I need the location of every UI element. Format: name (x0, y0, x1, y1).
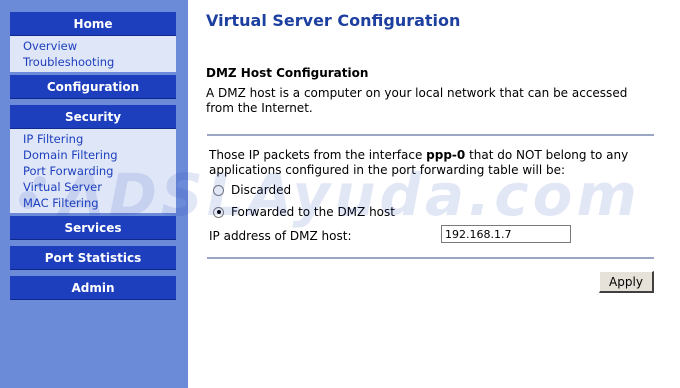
page-title: Virtual Server Configuration (206, 11, 461, 30)
forwarded-radio[interactable] (213, 206, 224, 218)
sidebar: Home Overview Troubleshooting Configurat… (0, 0, 188, 388)
nav-domain-filtering[interactable]: Domain Filtering (23, 147, 176, 163)
option-forwarded-row[interactable]: Forwarded to the DMZ host (213, 205, 395, 219)
home-submenu: Overview Troubleshooting (10, 36, 176, 72)
divider-top (207, 134, 654, 136)
section-description: A DMZ host is a computer on your local n… (206, 86, 628, 115)
nav-services[interactable]: Services (10, 216, 176, 240)
section-title: DMZ Host Configuration (206, 66, 369, 80)
discarded-label: Discarded (231, 183, 292, 197)
nav-troubleshooting[interactable]: Troubleshooting (23, 54, 176, 70)
intro-text: Those IP packets from the interface ppp-… (209, 148, 649, 178)
nav-admin[interactable]: Admin (10, 276, 176, 300)
divider-bottom (207, 257, 654, 259)
intro-prefix: Those IP packets from the interface (209, 148, 427, 162)
nav-ip-filtering[interactable]: IP Filtering (23, 131, 176, 147)
interface-name: ppp-0 (426, 148, 466, 162)
nav-mac-filtering[interactable]: MAC Filtering (23, 195, 176, 211)
dmz-ip-input[interactable] (441, 225, 571, 243)
dmz-ip-label: IP address of DMZ host: (209, 229, 352, 243)
forwarded-label: Forwarded to the DMZ host (231, 205, 395, 219)
nav-port-statistics[interactable]: Port Statistics (10, 246, 176, 270)
option-discarded-row[interactable]: Discarded (213, 183, 291, 197)
security-submenu: IP Filtering Domain Filtering Port Forwa… (10, 129, 176, 213)
apply-button[interactable]: Apply (599, 271, 654, 293)
nav-overview[interactable]: Overview (23, 38, 176, 54)
nav-configuration[interactable]: Configuration (10, 75, 176, 99)
nav-virtual-server[interactable]: Virtual Server (23, 179, 176, 195)
nav-security[interactable]: Security (10, 105, 176, 129)
nav-home[interactable]: Home (10, 12, 176, 36)
main-content: Virtual Server Configuration DMZ Host Co… (188, 0, 680, 388)
nav-port-forwarding[interactable]: Port Forwarding (23, 163, 176, 179)
discarded-radio[interactable] (213, 184, 224, 196)
